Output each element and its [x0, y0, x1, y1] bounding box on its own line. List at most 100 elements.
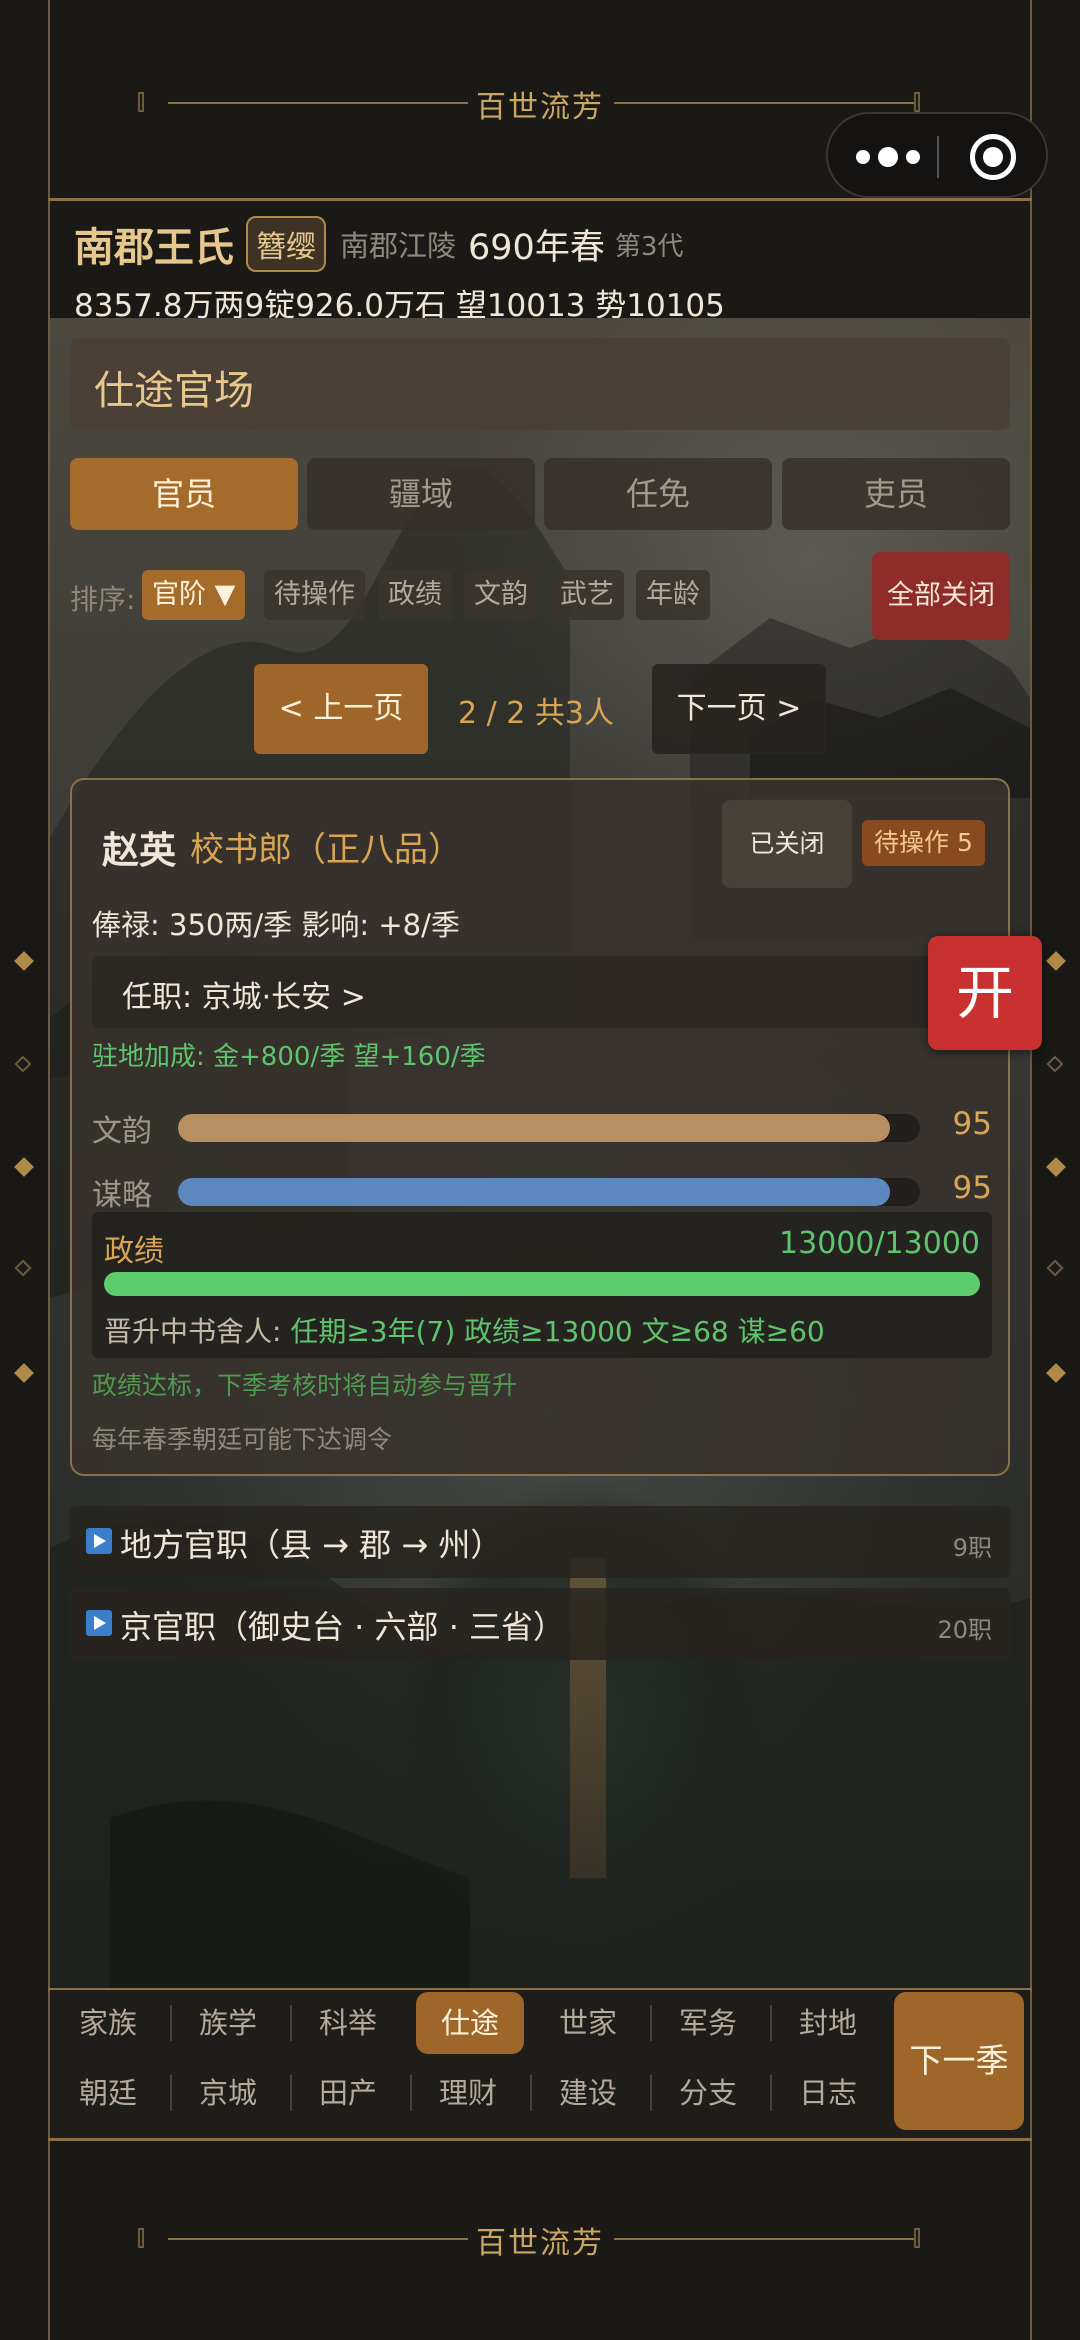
- side-ornament: [14, 1055, 32, 1073]
- page-title-bar: 仕途官场: [70, 338, 1010, 430]
- side-ornament: [1046, 1259, 1064, 1277]
- category-title: 京官职（御史台 · 六部 · 三省）: [120, 1608, 566, 1646]
- sort-rank-chip[interactable]: 官阶 ▼: [142, 570, 246, 620]
- sort-age-chip[interactable]: 年龄: [636, 570, 710, 620]
- tab-officials[interactable]: 官员: [70, 458, 298, 530]
- edict-note: 每年春季朝廷可能下达调令: [92, 1425, 393, 1454]
- stat-bar-fill: [178, 1114, 891, 1142]
- merit-label: 政绩: [104, 1234, 164, 1269]
- side-ornament: [1046, 1055, 1064, 1073]
- sort-martial-chip[interactable]: 武艺: [550, 570, 624, 620]
- category-capital-posts[interactable]: 京官职（御史台 · 六部 · 三省） 20职: [70, 1588, 1010, 1660]
- next-page-button[interactable]: 下一页 >: [652, 664, 826, 754]
- nav-separator: [650, 2075, 652, 2111]
- nav-bottom-rule: [48, 2138, 1032, 2141]
- stat-bar-track: [178, 1114, 920, 1142]
- close-miniprogram-icon[interactable]: [970, 134, 1016, 180]
- nav-separator: [410, 2075, 412, 2111]
- nav-separator: [170, 2005, 172, 2041]
- nav-separator: [530, 2075, 532, 2111]
- next-season-button[interactable]: 下一季: [894, 1992, 1024, 2130]
- post-location: 任职: 京城·长安 >: [122, 980, 366, 1015]
- sort-label: 排序:: [70, 583, 136, 616]
- stat-value: 95: [952, 1106, 992, 1142]
- nav-separator: [290, 2075, 292, 2111]
- nav-separator: [770, 2075, 772, 2111]
- banner-title: 百世流芳: [476, 2226, 604, 2261]
- nav-separator: [770, 2005, 772, 2041]
- bottom-nav: 家族 族学 科举 仕途 世家 军务 封地 朝廷 京城 田产 理财 建设 分支 日…: [50, 1990, 1030, 2138]
- category-title: 地方官职（县 → 郡 → 州）: [120, 1526, 503, 1564]
- stat-label: 文韵: [92, 1114, 152, 1149]
- category-local-posts[interactable]: 地方官职（县 → 郡 → 州） 9职: [70, 1506, 1010, 1578]
- merit-panel: 政绩 13000/13000 晋升中书舍人: 任期≥3年(7) 政绩≥13000…: [92, 1212, 992, 1358]
- nav-finance[interactable]: 理财: [414, 2062, 522, 2124]
- official-name: 赵英: [102, 829, 176, 872]
- stat-bar-fill: [178, 1178, 891, 1206]
- nav-separator: [170, 2075, 172, 2111]
- nav-branches[interactable]: 分支: [654, 2062, 762, 2124]
- expand-play-icon: [86, 1610, 112, 1636]
- post-location-row[interactable]: 任职: 京城·长安 >: [92, 956, 952, 1028]
- nav-family[interactable]: 家族: [54, 1992, 162, 2054]
- sort-pending-chip[interactable]: 待操作: [264, 570, 365, 620]
- promotion-note: 政绩达标，下季考核时将自动参与晋升: [92, 1371, 518, 1400]
- bottom-banner: 百世流芳: [0, 2198, 1080, 2278]
- page-info: 2 / 2 共3人: [458, 696, 614, 731]
- side-ornament: [14, 1259, 32, 1277]
- collapse-card-button[interactable]: 已关闭: [722, 800, 852, 888]
- merit-bar-track: [104, 1272, 980, 1296]
- open-button[interactable]: 开: [928, 936, 1042, 1050]
- side-ornament: [1046, 951, 1066, 971]
- page-title: 仕途官场: [94, 368, 254, 414]
- game-year: 690年春: [468, 227, 605, 268]
- pending-actions-badge[interactable]: 待操作 5: [862, 820, 985, 866]
- stat-label: 谋略: [92, 1178, 152, 1213]
- clan-name: 南郡王氏: [74, 225, 234, 271]
- nav-log[interactable]: 日志: [774, 2062, 882, 2124]
- close-all-button[interactable]: 全部关闭: [872, 552, 1010, 640]
- nav-military[interactable]: 军务: [654, 1992, 762, 2054]
- nav-estate[interactable]: 田产: [294, 2062, 402, 2124]
- header-rule: [48, 198, 1032, 201]
- official-card: 赵英 校书郎（正八品） 已关闭 待操作 5 俸禄: 350两/季 影响: +8/…: [70, 778, 1010, 1476]
- nav-separator: [290, 2005, 292, 2041]
- nav-career[interactable]: 仕途: [416, 1992, 524, 2054]
- side-ornament: [14, 1157, 34, 1177]
- category-count: 20职: [937, 1616, 992, 1644]
- side-ornament: [14, 951, 34, 971]
- official-rank: 校书郎（正八品）: [190, 830, 462, 870]
- category-count: 9职: [952, 1534, 992, 1562]
- miniprogram-capsule: [826, 112, 1048, 198]
- sort-merit-chip[interactable]: 政绩: [378, 570, 452, 620]
- nav-exam[interactable]: 科举: [294, 1992, 402, 2054]
- clan-place: 南郡江陵: [340, 229, 457, 263]
- merit-value: 13000/13000: [779, 1226, 980, 1261]
- tab-territory[interactable]: 疆域: [307, 458, 535, 530]
- promotion-requirements: 晋升中书舍人: 任期≥3年(7) 政绩≥13000 文≥68 谋≥60: [104, 1310, 825, 1350]
- stat-value: 95: [952, 1170, 992, 1206]
- side-ornament: [1046, 1157, 1066, 1177]
- clan-header: 南郡王氏 簪缨 南郡江陵 690年春 第3代: [74, 214, 683, 274]
- tab-appointments[interactable]: 任免: [544, 458, 772, 530]
- stat-bar-track: [178, 1178, 920, 1206]
- expand-play-icon: [86, 1528, 112, 1554]
- nav-court[interactable]: 朝廷: [54, 2062, 162, 2124]
- side-ornament: [14, 1363, 34, 1383]
- nav-fief[interactable]: 封地: [774, 1992, 882, 2054]
- promotion-target: 晋升中书舍人:: [104, 1315, 282, 1348]
- prev-page-button[interactable]: < 上一页: [254, 664, 428, 754]
- sort-literary-chip[interactable]: 文韵: [464, 570, 538, 620]
- salary-influence: 俸禄: 350两/季 影响: +8/季: [92, 908, 460, 942]
- tab-clerks[interactable]: 吏员: [782, 458, 1010, 530]
- nav-clan-school[interactable]: 族学: [174, 1992, 282, 2054]
- nav-capital[interactable]: 京城: [174, 2062, 282, 2124]
- nav-gentry[interactable]: 世家: [534, 1992, 642, 2054]
- nav-separator: [650, 2005, 652, 2041]
- station-bonus: 驻地加成: 金+800/季 望+160/季: [92, 1042, 486, 1072]
- clan-generation: 第3代: [614, 231, 684, 262]
- nav-construction[interactable]: 建设: [534, 2062, 642, 2124]
- tab-bar: 官员 疆域 任免 吏员: [70, 458, 1010, 530]
- more-icon[interactable]: [856, 144, 936, 170]
- promotion-conditions: 任期≥3年(7) 政绩≥13000 文≥68 谋≥60: [290, 1315, 825, 1348]
